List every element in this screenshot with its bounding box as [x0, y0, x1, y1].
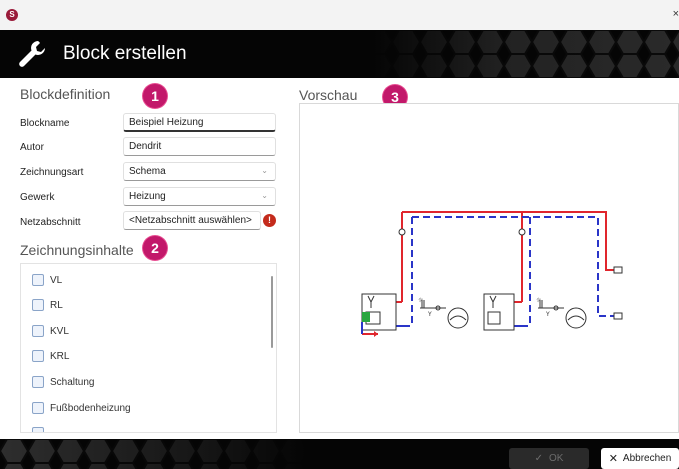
section-title-blockdefinition: Blockdefinition: [20, 86, 111, 102]
ok-label: OK: [548, 453, 564, 464]
checkbox[interactable]: [32, 350, 44, 362]
list-item-label: Fußbodenheizung: [50, 402, 131, 414]
zeichnungsinhalte-list[interactable]: VL RL KVL KRL Schaltung Fußbodenheizung: [20, 263, 277, 433]
preview-panel: ☼ ☼ Y Y: [299, 103, 679, 433]
autor-input[interactable]: Dendrit: [123, 137, 276, 156]
checkbox[interactable]: [32, 299, 44, 311]
step-badge-2: 2: [143, 236, 167, 260]
blockname-input[interactable]: Beispiel Heizung: [123, 113, 276, 132]
blockname-label: Blockname: [20, 118, 70, 129]
list-item-label: RL: [50, 299, 63, 311]
svg-text:Y: Y: [427, 311, 432, 318]
window-titlebar: S ×: [0, 0, 679, 30]
cancel-label: Abbrechen: [622, 453, 672, 464]
gewerk-value: Heizung: [129, 191, 166, 202]
close-icon: ✕: [608, 453, 618, 465]
list-item-schaltung[interactable]: Schaltung: [32, 374, 94, 390]
dialog-title: Block erstellen: [63, 43, 187, 64]
autor-value: Dendrit: [129, 141, 162, 152]
list-item-label: VL: [50, 274, 63, 286]
close-icon[interactable]: ×: [673, 8, 679, 20]
zeichnungsart-select[interactable]: Schema ⌄: [123, 162, 276, 181]
checkbox[interactable]: [32, 274, 44, 286]
checkbox[interactable]: [32, 325, 44, 337]
list-item-label: KRL: [50, 350, 70, 362]
step-badge-1: 1: [143, 84, 167, 108]
app-icon: S: [6, 9, 18, 21]
chevron-down-icon: ⌄: [261, 191, 268, 200]
svg-text:Y: Y: [545, 311, 550, 318]
blockname-value: Beispiel Heizung: [129, 117, 204, 128]
autor-label: Autor: [20, 142, 44, 153]
zeichnungsart-value: Schema: [129, 166, 166, 177]
zeichnungsart-label: Zeichnungsart: [20, 167, 84, 178]
section-title-vorschau: Vorschau: [299, 87, 358, 103]
section-title-zeichnungsinhalte: Zeichnungsinhalte: [20, 242, 134, 258]
chevron-down-icon: ⌄: [261, 166, 268, 175]
list-item-vl[interactable]: VL: [32, 272, 62, 288]
checkbox[interactable]: [32, 376, 44, 388]
warning-icon: !: [263, 214, 276, 227]
netzabschnitt-select[interactable]: <Netzabschnitt auswählen>: [123, 211, 261, 230]
svg-text:☼: ☼: [536, 297, 542, 304]
checkbox[interactable]: [32, 427, 44, 432]
dialog-header: Block erstellen: [0, 30, 679, 78]
list-item-rl[interactable]: RL: [32, 297, 63, 313]
gewerk-select[interactable]: Heizung ⌄: [123, 187, 276, 206]
list-item-fussbodenheizung[interactable]: Fußbodenheizung: [32, 400, 131, 416]
checkbox[interactable]: [32, 402, 44, 414]
netzabschnitt-value: <Netzabschnitt auswählen>: [129, 215, 252, 226]
list-item-kvl[interactable]: KVL: [32, 323, 69, 339]
ok-button[interactable]: ✓ OK: [509, 448, 589, 469]
vertical-scrollbar[interactable]: [271, 276, 273, 348]
wrench-icon: [19, 41, 45, 67]
checkmark-icon: ✓: [534, 453, 543, 464]
list-item-krl[interactable]: KRL: [32, 348, 69, 364]
svg-text:☼: ☼: [418, 297, 424, 304]
list-item-label: KVL: [50, 325, 69, 337]
netzabschnitt-label: Netzabschnitt: [20, 217, 81, 228]
list-item-label: Schaltung: [50, 376, 95, 388]
heating-schema-preview: ☼ ☼ Y Y: [361, 211, 623, 337]
list-item-partial[interactable]: [32, 425, 50, 432]
cancel-button[interactable]: ✕ Abbrechen: [601, 448, 679, 469]
gewerk-label: Gewerk: [20, 192, 55, 203]
